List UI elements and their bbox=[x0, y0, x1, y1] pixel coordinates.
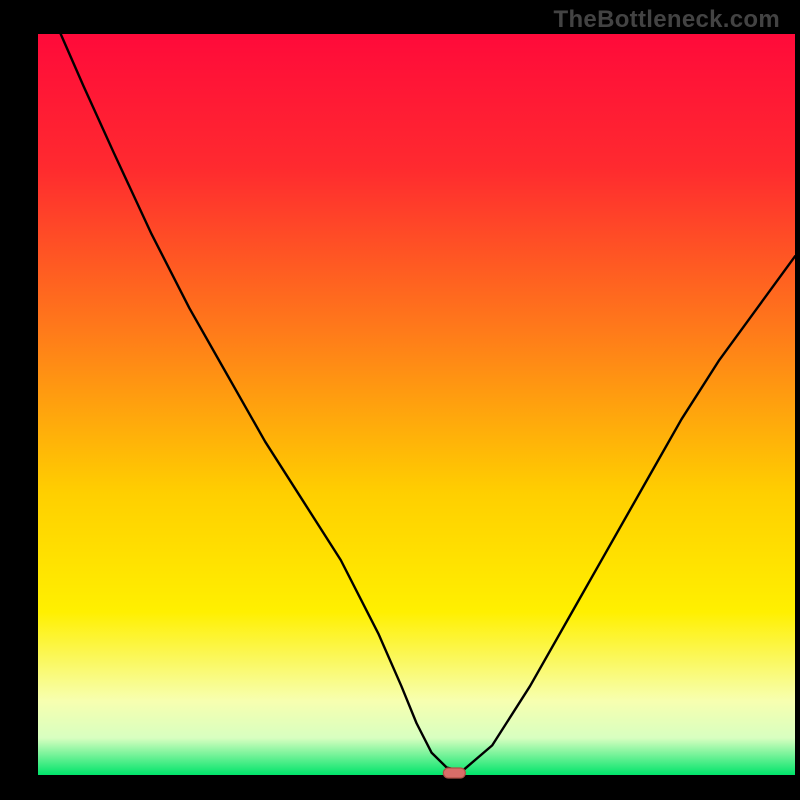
watermark-text: TheBottleneck.com bbox=[554, 6, 780, 34]
chart-container: TheBottleneck.com bbox=[0, 0, 800, 800]
chart-svg bbox=[0, 0, 800, 800]
plot-background bbox=[38, 34, 795, 775]
optimal-marker bbox=[443, 768, 465, 778]
